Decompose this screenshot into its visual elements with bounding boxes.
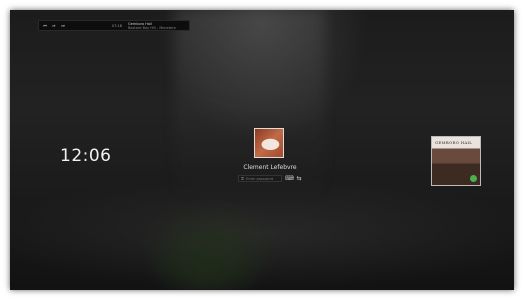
password-field[interactable]: ⚿ <box>238 175 283 182</box>
password-input[interactable] <box>246 176 283 181</box>
next-track-icon[interactable]: ⏭ <box>60 23 66 28</box>
album-art: GEMBORO HAIL <box>431 136 481 186</box>
waterfall-mist <box>175 10 325 200</box>
user-name: Clement Lefebvre <box>243 164 297 171</box>
album-badge-icon <box>470 175 477 182</box>
lock-screen: ⏮ ⏯ ⏭ 07:18 Gemboro Hail Bastard Boy Hil… <box>10 10 514 290</box>
keyboard-icon[interactable]: ⌨ <box>285 175 294 182</box>
track-subtitle: Bastard Boy Hill - Monstera <box>128 25 176 30</box>
album-title: GEMBORO HAIL <box>435 140 473 145</box>
previous-track-icon[interactable]: ⏮ <box>42 23 48 28</box>
track-time: 07:18 <box>111 23 122 28</box>
media-player-bar: ⏮ ⏯ ⏭ 07:18 Gemboro Hail Bastard Boy Hil… <box>38 20 190 31</box>
track-info: Gemboro Hail Bastard Boy Hill - Monstera <box>128 22 186 30</box>
play-pause-icon[interactable]: ⏯ <box>51 23 57 28</box>
key-icon: ⚿ <box>241 175 245 181</box>
user-avatar <box>254 128 284 158</box>
foliage-shadow <box>145 225 265 290</box>
clock: 12:06 <box>60 146 112 166</box>
switch-user-icon[interactable]: ⇆ <box>297 175 302 182</box>
password-row: ⚿ ⌨ ⇆ <box>238 175 302 182</box>
